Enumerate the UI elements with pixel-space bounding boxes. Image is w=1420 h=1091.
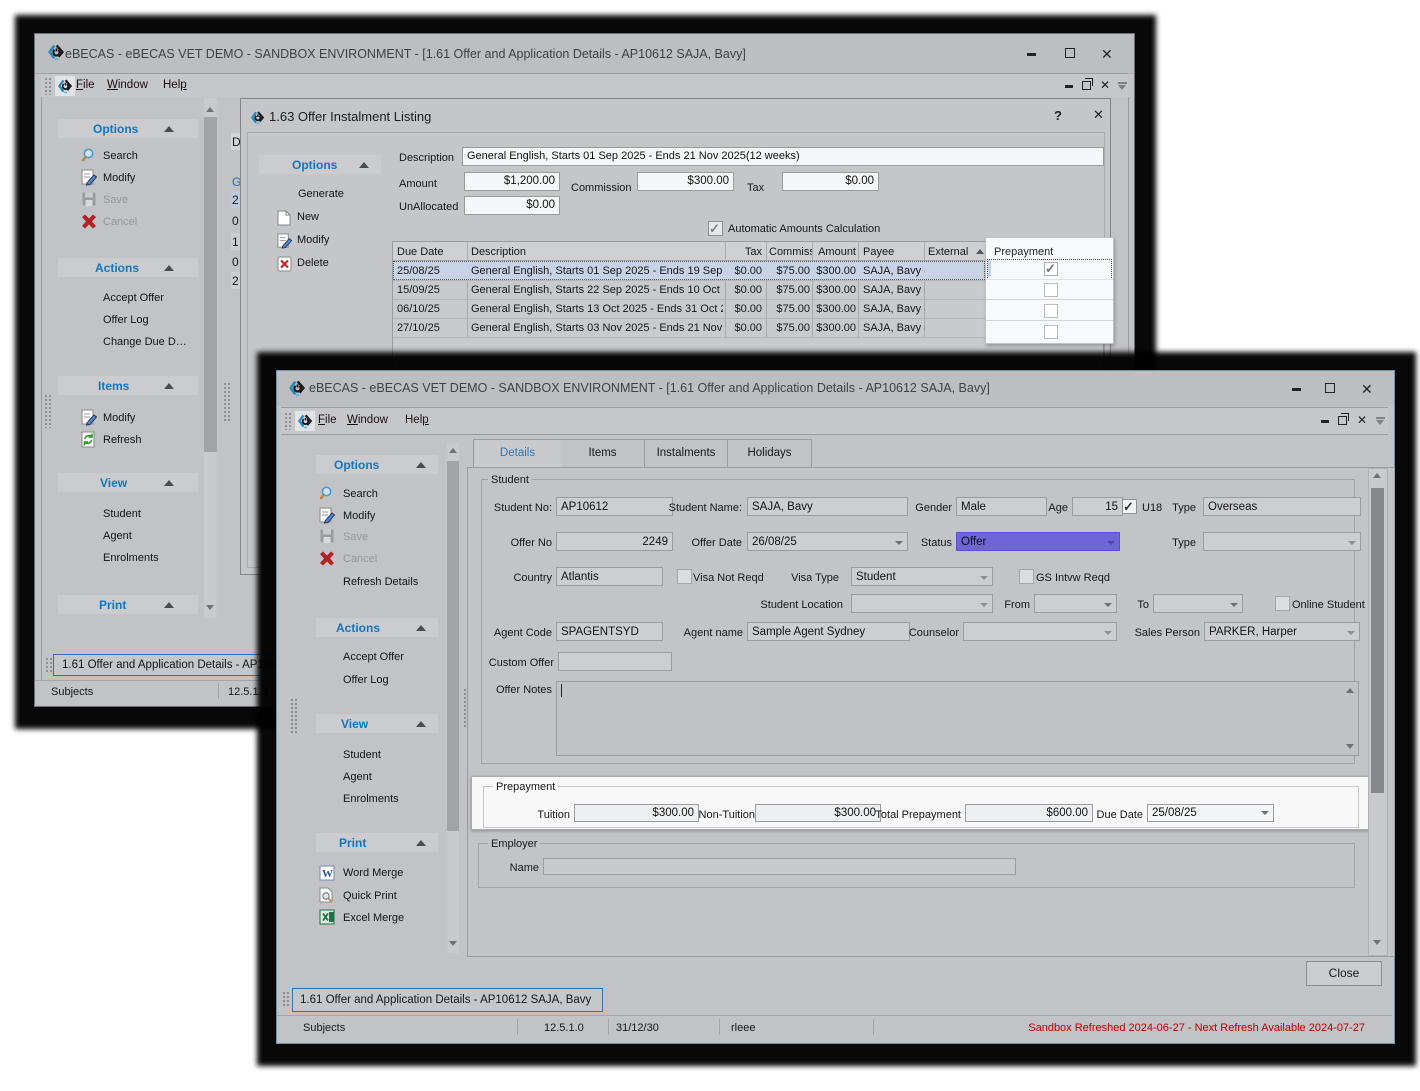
svg-text:W: W xyxy=(322,868,333,880)
